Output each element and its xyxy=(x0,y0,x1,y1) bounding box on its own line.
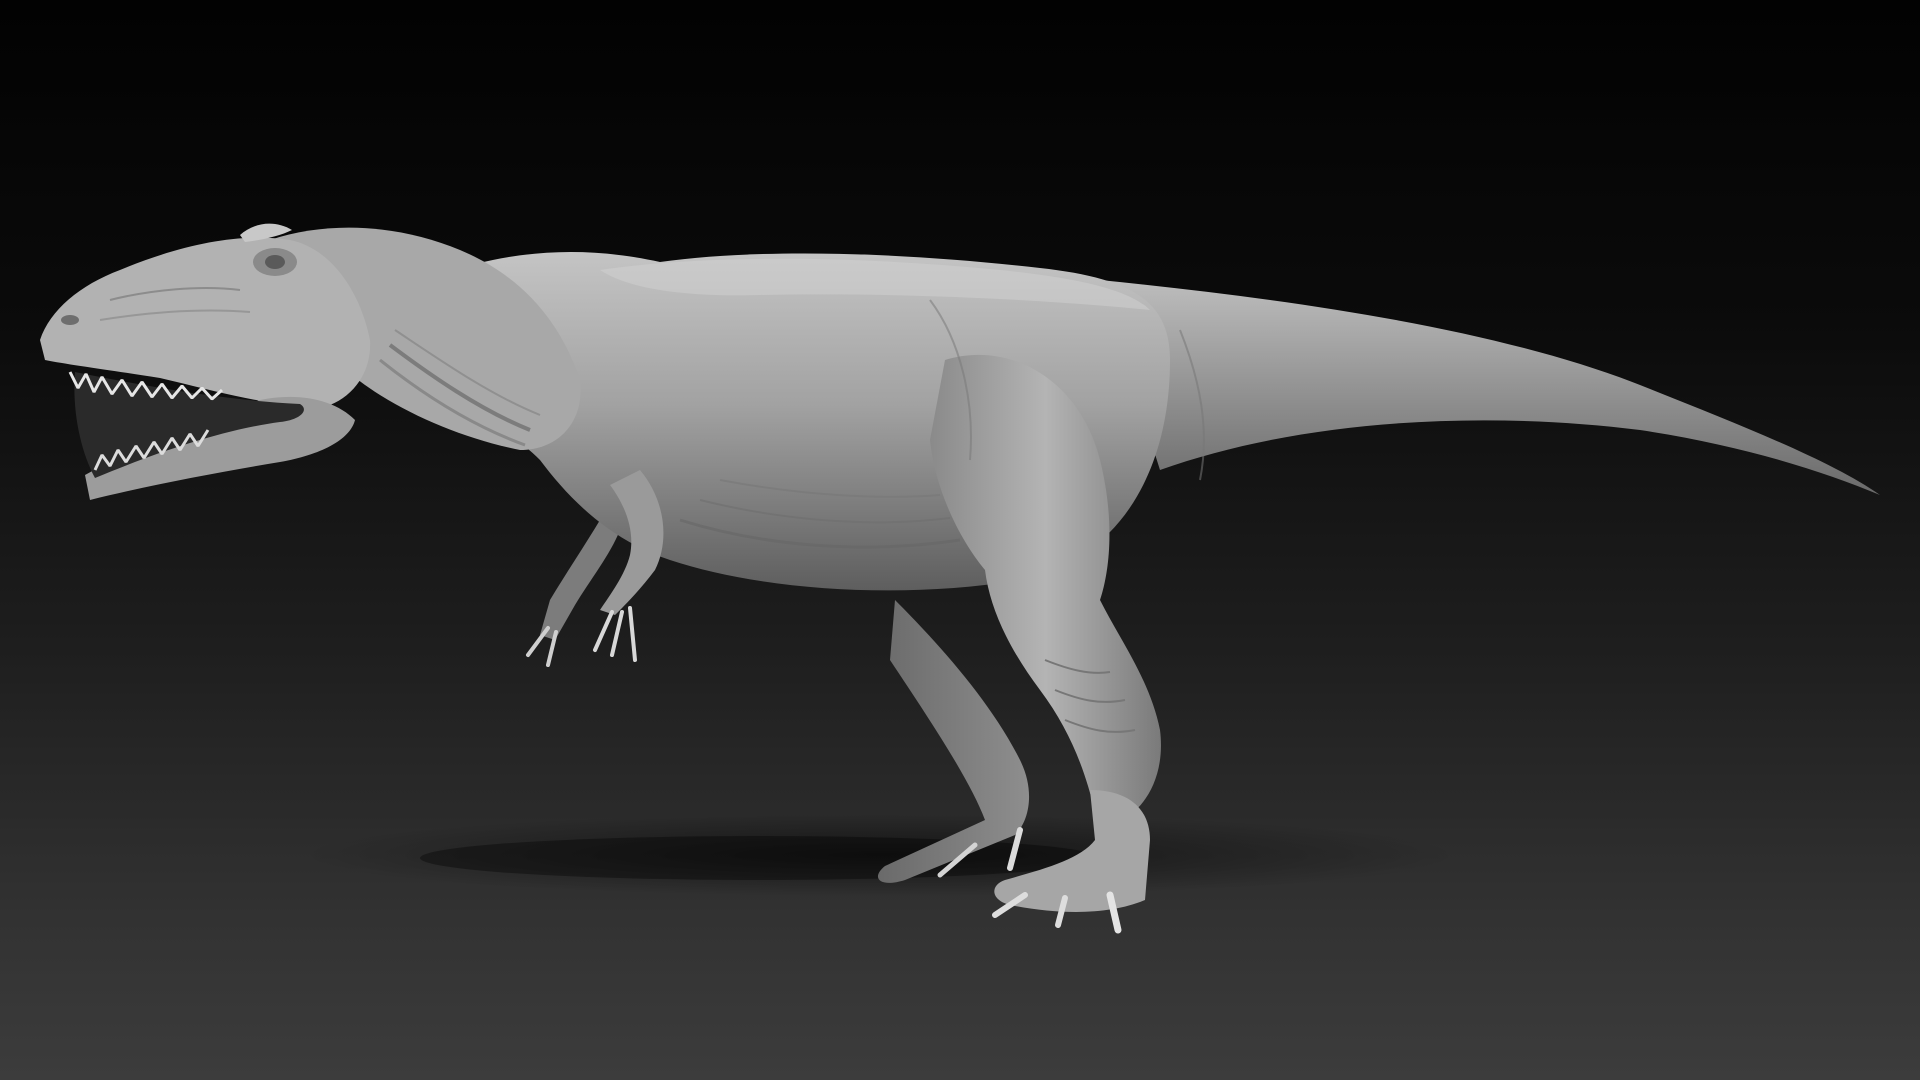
dinosaur-render xyxy=(40,223,1880,934)
tail xyxy=(1100,280,1880,495)
far-arm xyxy=(526,520,620,667)
head xyxy=(40,223,371,500)
render-viewport xyxy=(0,0,1920,1080)
ground-shadow-core xyxy=(420,836,1100,880)
